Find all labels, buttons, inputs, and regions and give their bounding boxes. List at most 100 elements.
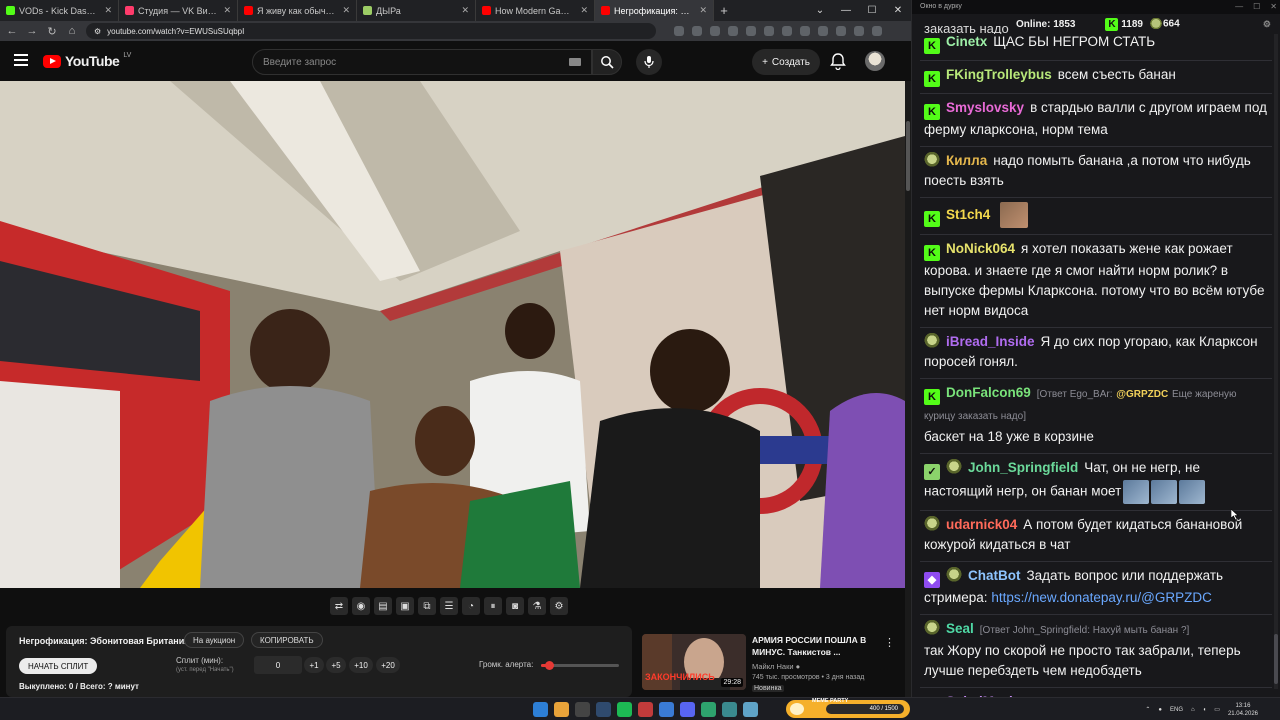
menu-icon[interactable] <box>14 54 28 66</box>
mention[interactable]: @GRPZDC <box>1116 389 1168 400</box>
spotify-icon[interactable] <box>617 702 632 717</box>
extension-icon[interactable] <box>854 26 864 36</box>
steam-icon[interactable] <box>596 702 611 717</box>
extension-icon[interactable] <box>728 26 738 36</box>
telegram-icon[interactable] <box>743 702 758 717</box>
network-icon[interactable]: ⌂ <box>1191 707 1195 713</box>
browser-tab[interactable]: Студия — VK Видео Live ✕ <box>119 0 238 21</box>
keyboard-icon[interactable] <box>569 58 581 66</box>
start-button-icon[interactable] <box>533 702 548 717</box>
browser-tab[interactable]: VODs - Kick Dashboard ✕ <box>0 0 119 21</box>
extension-icon[interactable] <box>674 26 684 36</box>
search-button[interactable] <box>592 49 622 75</box>
app-icon[interactable] <box>701 702 716 717</box>
reply-context[interactable]: [Ответ Ego_BAr: <box>1037 389 1113 400</box>
camera-roll-icon[interactable]: ▤ <box>374 597 392 615</box>
language-indicator[interactable]: ENG <box>1170 707 1183 713</box>
recommended-video[interactable]: ЗАКОНЧИЛИСЬ 29:28 АРМИЯ РОССИИ ПОШЛА В М… <box>642 634 902 694</box>
youtube-logo[interactable]: YouTube LV <box>43 52 131 69</box>
browser-tab[interactable]: How Modern Game Engines D ✕ <box>476 0 595 21</box>
create-button[interactable]: + Создать <box>752 49 820 75</box>
url-field[interactable]: ⚙ youtube.com/watch?v=EWUSuSUqbpI <box>86 23 656 39</box>
chat-username[interactable]: DonFalcon69 <box>946 385 1031 400</box>
chat-username[interactable]: St1ch4 <box>946 207 990 222</box>
chat-username[interactable]: ChatBot <box>968 568 1021 583</box>
extension-icon[interactable] <box>836 26 846 36</box>
playlist-icon[interactable]: ☰ <box>440 597 458 615</box>
flask-icon[interactable]: ⚗ <box>528 597 546 615</box>
tab-close-icon[interactable]: ✕ <box>342 5 350 16</box>
alert-volume-slider[interactable] <box>541 661 619 670</box>
tab-close-icon[interactable]: ✕ <box>104 5 112 16</box>
increment-1-button[interactable]: +1 <box>304 657 324 673</box>
extension-icon[interactable] <box>800 26 810 36</box>
screenshot-icon[interactable]: ◙ <box>506 597 524 615</box>
video-player[interactable] <box>0 81 905 588</box>
home-icon[interactable]: ⌂ <box>66 25 78 37</box>
extension-icon[interactable] <box>692 26 702 36</box>
microphone-tray-icon[interactable]: ● <box>1158 707 1162 713</box>
battery-icon[interactable]: ▭ <box>1214 706 1220 713</box>
browser-tab[interactable]: Я живу как обычный NPC в K✕ <box>238 0 357 21</box>
reload-icon[interactable]: ↻ <box>46 25 58 38</box>
increment-5-button[interactable]: +5 <box>326 657 346 673</box>
app-icon[interactable] <box>659 702 674 717</box>
extension-icon[interactable] <box>782 26 792 36</box>
donation-link[interactable]: https://new.donatepay.ru/@GRPZDC <box>991 590 1212 605</box>
extension-icon[interactable] <box>710 26 720 36</box>
chat-username[interactable]: iBread_Inside <box>946 334 1035 349</box>
app-icon[interactable] <box>722 702 737 717</box>
avatar[interactable] <box>865 51 885 71</box>
tray-chevron-icon[interactable]: ⌃ <box>1145 706 1150 713</box>
start-split-button[interactable]: НАЧАТЬ СПЛИТ <box>19 658 98 674</box>
chat-username[interactable]: udarnick04 <box>946 517 1017 532</box>
recommended-thumbnail[interactable]: ЗАКОНЧИЛИСЬ 29:28 <box>642 634 746 690</box>
chat-username[interactable]: FKingTrolleybus <box>946 67 1052 82</box>
extension-icon[interactable] <box>818 26 828 36</box>
chat-username[interactable]: Smyslovsky <box>946 100 1024 115</box>
copy-button[interactable]: КОПИРОВАТЬ <box>251 632 323 648</box>
chat-username[interactable]: Cinetx <box>946 34 987 49</box>
tab-close-icon[interactable]: ✕ <box>461 5 469 16</box>
app-icon[interactable] <box>575 702 590 717</box>
new-tab-button[interactable]: + <box>714 3 734 18</box>
split-minutes-input[interactable]: 0 <box>254 656 302 674</box>
back-icon[interactable]: ← <box>6 25 18 37</box>
maximize-button[interactable]: ☐ <box>1253 2 1260 11</box>
chat-username[interactable]: NoNick064 <box>946 241 1015 256</box>
clock[interactable]: 13:16 21.04.2026 <box>1228 702 1258 718</box>
site-info-icon[interactable]: ⚙ <box>94 27 101 36</box>
browser-tab[interactable]: ДЫРа ✕ <box>357 0 476 21</box>
minimize-button[interactable]: — <box>1235 2 1243 11</box>
discord-icon[interactable] <box>680 702 695 717</box>
close-button[interactable]: ✕ <box>885 0 911 21</box>
loop-icon[interactable]: ⇄ <box>330 597 348 615</box>
search-input[interactable]: Введите запрос <box>252 49 592 75</box>
increment-20-button[interactable]: +20 <box>376 657 400 673</box>
speed-icon[interactable]: ◔ <box>462 597 480 615</box>
extension-icon[interactable] <box>764 26 774 36</box>
broadcast-icon[interactable]: ◉ <box>352 597 370 615</box>
scrollbar-thumb[interactable] <box>906 121 910 191</box>
increment-10-button[interactable]: +10 <box>349 657 373 673</box>
meme-party-widget[interactable]: MEME PARTY 400 / 1500 <box>786 698 910 718</box>
maximize-button[interactable]: ☐ <box>859 0 885 21</box>
auction-button[interactable]: На аукцион <box>184 632 245 648</box>
notifications-bell-icon[interactable] <box>830 52 846 70</box>
dropdown-icon[interactable]: ⌄ <box>807 0 833 21</box>
recommended-title[interactable]: АРМИЯ РОССИИ ПОШЛА В МИНУС. Танкистов ..… <box>752 634 882 658</box>
extension-icon[interactable] <box>746 26 756 36</box>
tab-close-icon[interactable]: ✕ <box>580 5 588 16</box>
chat-username[interactable]: Seal <box>946 621 974 636</box>
forward-icon[interactable]: → <box>26 25 38 37</box>
close-button[interactable]: ✕ <box>1270 2 1277 11</box>
minimize-button[interactable]: — <box>833 0 859 21</box>
chat-scrollbar[interactable] <box>1274 34 1278 689</box>
reply-context[interactable]: [Ответ John_Springfield: Нахуй мыть бана… <box>980 625 1190 636</box>
browser-tab[interactable]: Негрофикация: Эбонито✕ <box>595 0 714 21</box>
extension-icon[interactable] <box>872 26 882 36</box>
alert-volume-knob[interactable] <box>544 661 554 670</box>
tab-close-icon[interactable]: ✕ <box>699 5 707 16</box>
chat-username[interactable]: Килла <box>946 153 987 168</box>
clapper-icon[interactable]: ▣ <box>396 597 414 615</box>
